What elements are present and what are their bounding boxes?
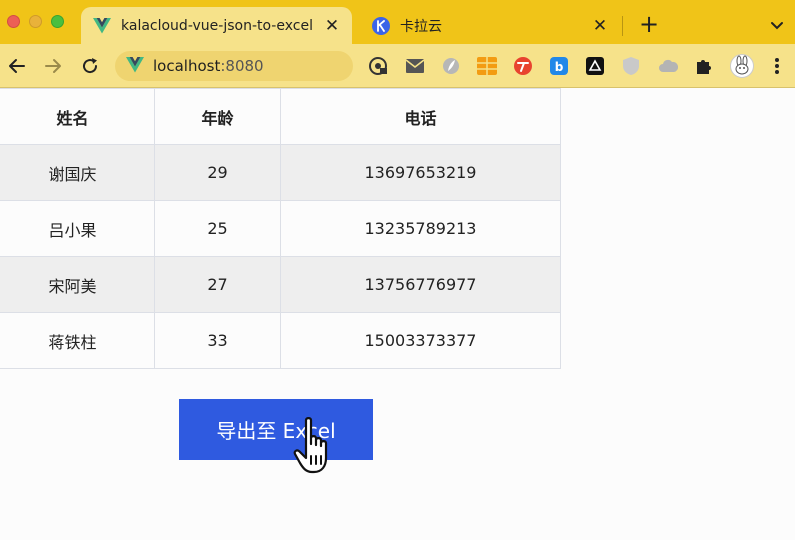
- table-row: 谢国庆 29 13697653219: [0, 144, 561, 201]
- header-age: 年龄: [154, 88, 281, 145]
- shield-icon[interactable]: [621, 56, 641, 76]
- reload-icon[interactable]: [79, 55, 101, 77]
- cell-age: 29: [154, 144, 281, 201]
- b-icon[interactable]: b: [549, 56, 569, 76]
- table-row: 蒋铁柱 33 15003373377: [0, 312, 561, 369]
- cell-phone: 13697653219: [280, 144, 561, 201]
- chevron-down-icon[interactable]: [768, 16, 786, 34]
- header-name: 姓名: [0, 88, 155, 145]
- more-vert-icon[interactable]: [767, 56, 787, 76]
- window-close-button[interactable]: [7, 15, 20, 28]
- cell-phone: 13235789213: [280, 200, 561, 257]
- password-manager-icon[interactable]: [368, 56, 388, 76]
- address-bar[interactable]: localhost:8080: [115, 51, 353, 81]
- window-minimize-button[interactable]: [29, 15, 42, 28]
- back-arrow-icon[interactable]: [6, 55, 28, 77]
- browser-toolbar: localhost:8080 b: [0, 44, 795, 88]
- hand-pointer-icon: [292, 416, 340, 478]
- window-maximize-button[interactable]: [51, 15, 64, 28]
- forward-arrow-icon[interactable]: [42, 55, 64, 77]
- cell-name: 宋阿美: [0, 256, 155, 313]
- tab-kalacloud-vue-json-to-excel[interactable]: kalacloud-vue-json-to-excel ✕: [81, 7, 352, 44]
- cell-age: 27: [154, 256, 281, 313]
- cell-age: 33: [154, 312, 281, 369]
- header-phone: 电话: [280, 88, 561, 145]
- page-content: 姓名 年龄 电话 谢国庆 29 13697653219 吕小果 25 13235…: [0, 88, 795, 540]
- tab-kalacloud[interactable]: 卡拉云 ✕: [360, 7, 620, 44]
- kalacloud-icon: [372, 16, 390, 35]
- t-icon[interactable]: [513, 56, 533, 76]
- puzzle-icon[interactable]: [694, 56, 714, 76]
- data-table: 姓名 年龄 电话 谢国庆 29 13697653219 吕小果 25 13235…: [0, 88, 561, 369]
- tab-title: kalacloud-vue-json-to-excel: [121, 17, 313, 34]
- tab-title: 卡拉云: [400, 18, 442, 35]
- table-row: 宋阿美 27 13756776977: [0, 256, 561, 313]
- close-icon[interactable]: ✕: [590, 16, 610, 36]
- cloud-icon[interactable]: [658, 56, 678, 76]
- url-text: localhost:8080: [153, 57, 264, 75]
- vue-icon: [126, 57, 144, 75]
- cell-name: 蒋铁柱: [0, 312, 155, 369]
- cell-name: 吕小果: [0, 200, 155, 257]
- tab-strip: kalacloud-vue-json-to-excel ✕ 卡拉云 ✕ +: [0, 0, 795, 44]
- export-excel-button[interactable]: 导出至 Excel: [179, 399, 373, 460]
- tab-separator: [622, 16, 623, 36]
- new-tab-plus-icon[interactable]: +: [637, 12, 661, 37]
- table-row: 吕小果 25 13235789213: [0, 200, 561, 257]
- grid-icon[interactable]: [477, 56, 497, 76]
- feather-icon[interactable]: [441, 56, 461, 76]
- table-header-row: 姓名 年龄 电话: [0, 88, 561, 145]
- close-icon[interactable]: ✕: [322, 16, 342, 36]
- triangle-app-icon[interactable]: [585, 56, 605, 76]
- cell-age: 25: [154, 200, 281, 257]
- cell-phone: 13756776977: [280, 256, 561, 313]
- cell-phone: 15003373377: [280, 312, 561, 369]
- cell-name: 谢国庆: [0, 144, 155, 201]
- vue-icon: [93, 17, 111, 35]
- svg-text:b: b: [555, 60, 564, 74]
- rabbit-avatar-icon[interactable]: [730, 54, 754, 78]
- mail-icon[interactable]: [405, 56, 425, 76]
